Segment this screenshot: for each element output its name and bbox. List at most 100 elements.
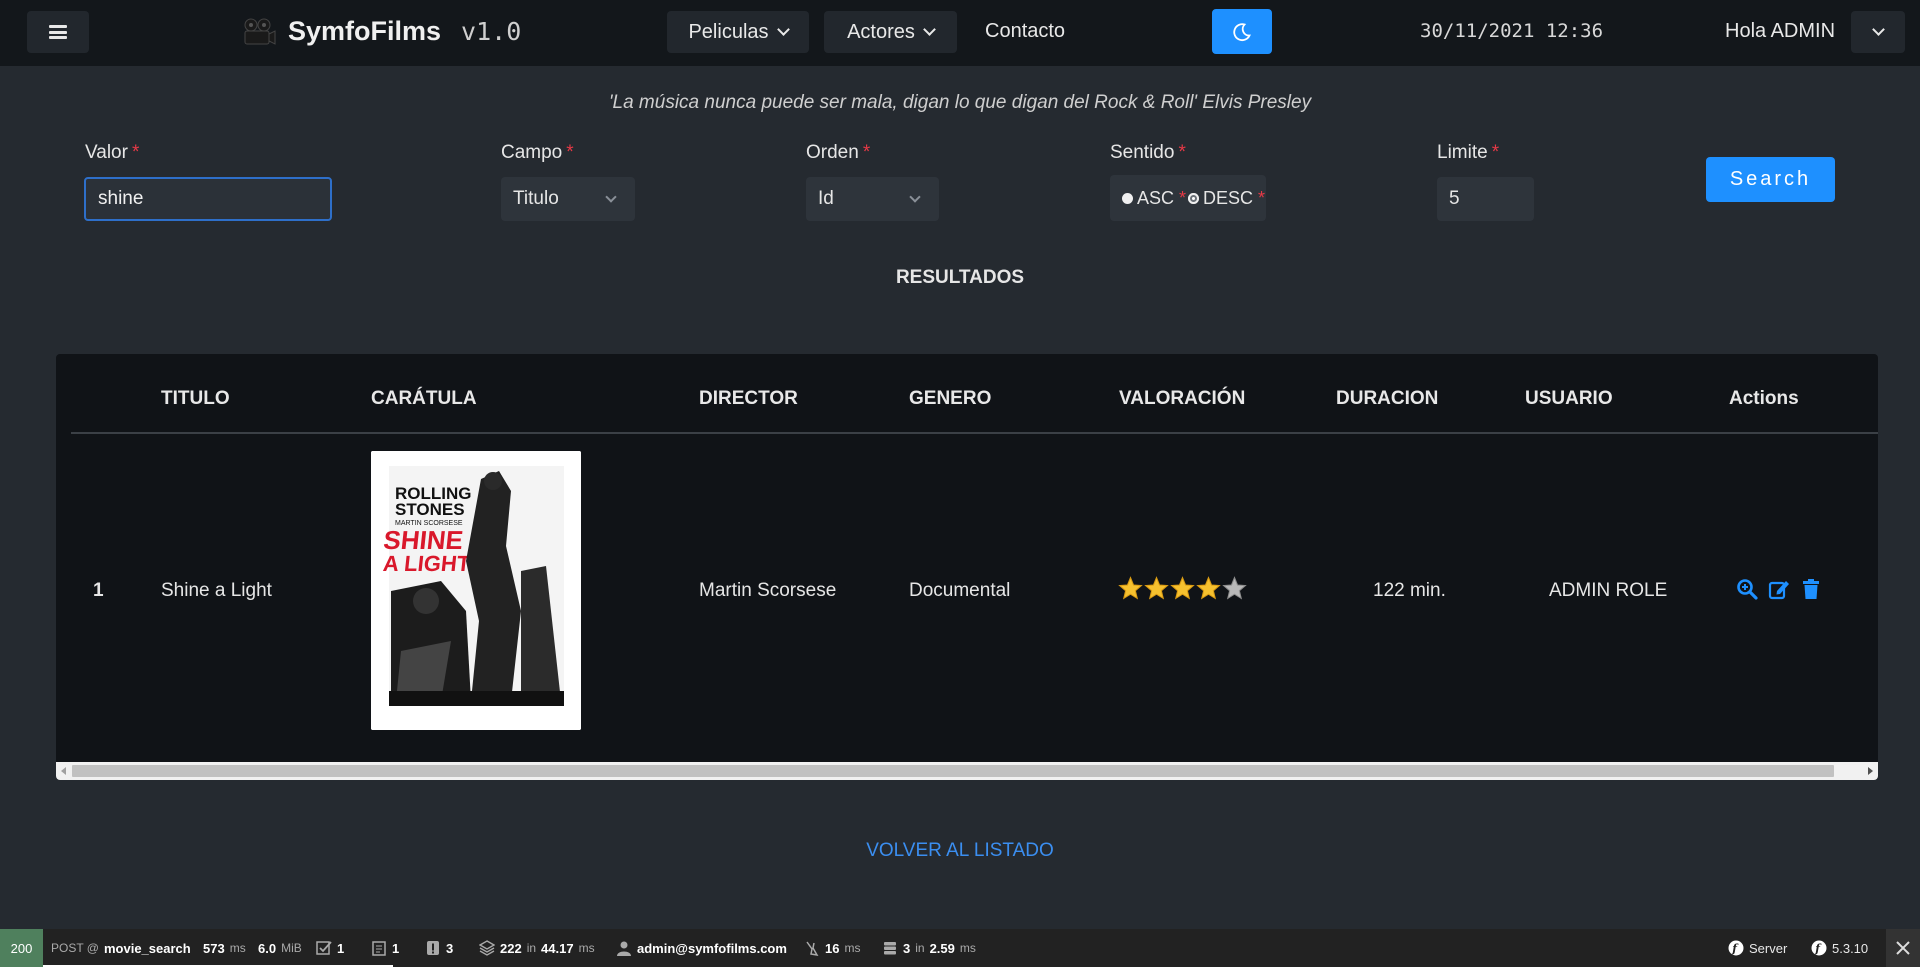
close-toolbar-button[interactable] (1886, 929, 1920, 967)
menu-peliculas-label: Peliculas (688, 20, 769, 43)
cache-panel[interactable]: 16 ms (804, 929, 860, 967)
rating-stars (1118, 576, 1247, 601)
menu-actores-dropdown[interactable]: Actores (824, 11, 957, 53)
brand-version: v1.0 (461, 17, 522, 46)
menu-contacto-link[interactable]: Contacto (985, 20, 1065, 43)
column-header-duracion: DURACION (1336, 388, 1439, 409)
user-greeting: Hola ADMIN (1725, 20, 1836, 42)
results-heading: RESULTADOS (895, 267, 1025, 288)
campo-selected-value: Titulo (513, 188, 559, 209)
twig-panel[interactable]: 222 in 44.17 ms (479, 929, 595, 967)
trash-icon[interactable] (1800, 578, 1822, 600)
row-director: Martin Scorsese (699, 580, 837, 601)
chevron-down-icon (909, 190, 921, 203)
zoom-in-icon[interactable] (1736, 578, 1758, 600)
debug-toolbar: 200 POST @ movie_search 573 ms 6.0 MiB 1 1… (0, 929, 1920, 967)
warnings-panel[interactable]: 3 (425, 929, 453, 967)
user-icon (617, 941, 631, 956)
database-icon (884, 942, 896, 955)
brand[interactable]: SymfoFilms v1.0 (242, 16, 521, 47)
row-genero: Documental (909, 580, 1011, 601)
required-mark: * (1258, 187, 1266, 208)
scroll-left-arrow-icon[interactable] (61, 767, 66, 775)
logs-panel[interactable]: 1 (371, 929, 399, 967)
row-number: 1 (93, 580, 104, 601)
row-actions (1736, 578, 1822, 600)
valor-input[interactable] (84, 177, 332, 221)
campo-label: Campo * (501, 142, 574, 163)
symfony-logo-icon: f (1811, 940, 1827, 956)
cover-title-alight: A LIGHT (382, 551, 472, 576)
radio-asc[interactable] (1122, 192, 1133, 204)
horizontal-scrollbar[interactable] (56, 762, 1878, 780)
menu-peliculas-dropdown[interactable]: Peliculas (667, 11, 809, 53)
menu-actores-label: Actores (847, 20, 915, 43)
top-navbar: SymfoFilms v1.0 Peliculas Actores Contac… (0, 0, 1920, 66)
valor-label: Valor * (85, 142, 140, 163)
symfony-version-panel[interactable]: f 5.3.10 (1811, 929, 1868, 967)
hamburger-menu-button[interactable] (27, 11, 89, 53)
layers-icon (479, 940, 495, 956)
orden-label: Orden * (806, 142, 871, 163)
moon-icon (1233, 22, 1251, 41)
row-duracion: 122 min. (1373, 580, 1446, 601)
column-header-titulo: TITULO (161, 388, 230, 409)
close-icon (1896, 941, 1910, 955)
header-divider (71, 432, 1878, 434)
column-header-valoracion: VALORACIÓN (1119, 388, 1246, 409)
star-filled-icon (1118, 576, 1143, 600)
warning-icon (427, 941, 439, 955)
search-button[interactable]: Search (1706, 157, 1835, 202)
column-header-genero: GENERO (909, 388, 992, 409)
chevron-down-icon (1871, 23, 1885, 36)
current-datetime: 30/11/2021 12:36 (1420, 20, 1604, 42)
security-panel[interactable]: admin@symfofilms.com (616, 929, 787, 967)
campo-select[interactable]: Titulo (501, 177, 635, 221)
clipboard-icon (372, 941, 386, 956)
row-usuario: ADMIN ROLE (1549, 580, 1668, 601)
brand-name: SymfoFilms (288, 16, 442, 46)
symfony-logo-icon: f (1728, 940, 1744, 956)
user-menu-dropdown[interactable] (1851, 11, 1905, 53)
movie-cover-image[interactable]: ROLLING STONES MARTIN SCORSESE SHINE A L… (371, 451, 581, 730)
row-titulo: Shine a Light (161, 580, 272, 601)
limite-input[interactable]: 5 (1437, 177, 1534, 221)
star-filled-icon (1144, 576, 1169, 600)
sentido-label: Sentido * (1110, 142, 1186, 163)
column-header-caratula: CARÁTULA (371, 388, 477, 409)
database-panel[interactable]: 3 in 2.59 ms (882, 929, 976, 967)
status-code-badge[interactable]: 200 (0, 929, 43, 967)
column-header-usuario: USUARIO (1525, 388, 1613, 409)
radio-asc-label: ASC (1137, 187, 1175, 208)
orden-select[interactable]: Id (806, 177, 939, 221)
theme-toggle-button[interactable] (1212, 9, 1272, 54)
star-filled-icon (1196, 576, 1221, 600)
edit-icon[interactable] (1768, 578, 1790, 600)
radio-desc[interactable] (1188, 192, 1200, 204)
scrollbar-thumb[interactable] (72, 765, 1834, 777)
limite-label: Limite * (1437, 142, 1500, 163)
quote-text: 'La música nunca puede ser mala, digan l… (608, 92, 1312, 113)
memory-usage[interactable]: 6.0 MiB (258, 929, 302, 967)
chevron-down-icon (923, 23, 936, 36)
orden-selected-value: Id (818, 188, 834, 209)
cover-title-stones: STONES (395, 500, 465, 519)
checkbox-icon (316, 941, 332, 955)
star-filled-icon (1170, 576, 1195, 600)
column-header-director: DIRECTOR (699, 388, 798, 409)
results-table: TITULO CARÁTULA DIRECTOR GENERO VALORACI… (56, 354, 1878, 780)
chevron-down-icon (776, 23, 790, 36)
column-header-actions: Actions (1729, 388, 1799, 409)
required-mark: * (1179, 187, 1187, 208)
back-to-list-link[interactable]: VOLVER AL LISTADO (0, 840, 1920, 862)
request-route[interactable]: POST @ movie_search (51, 929, 191, 967)
scroll-right-arrow-icon[interactable] (1868, 767, 1873, 775)
star-empty-icon (1222, 576, 1247, 600)
server-panel[interactable]: f Server (1728, 929, 1787, 967)
request-time[interactable]: 573 ms (203, 929, 246, 967)
radio-desc-label: DESC (1203, 187, 1254, 208)
sentido-radio-group: ASC * DESC * (1110, 175, 1266, 221)
hamburger-icon (49, 25, 67, 39)
chevron-down-icon (605, 190, 617, 203)
forms-panel[interactable]: 1 (316, 929, 344, 967)
